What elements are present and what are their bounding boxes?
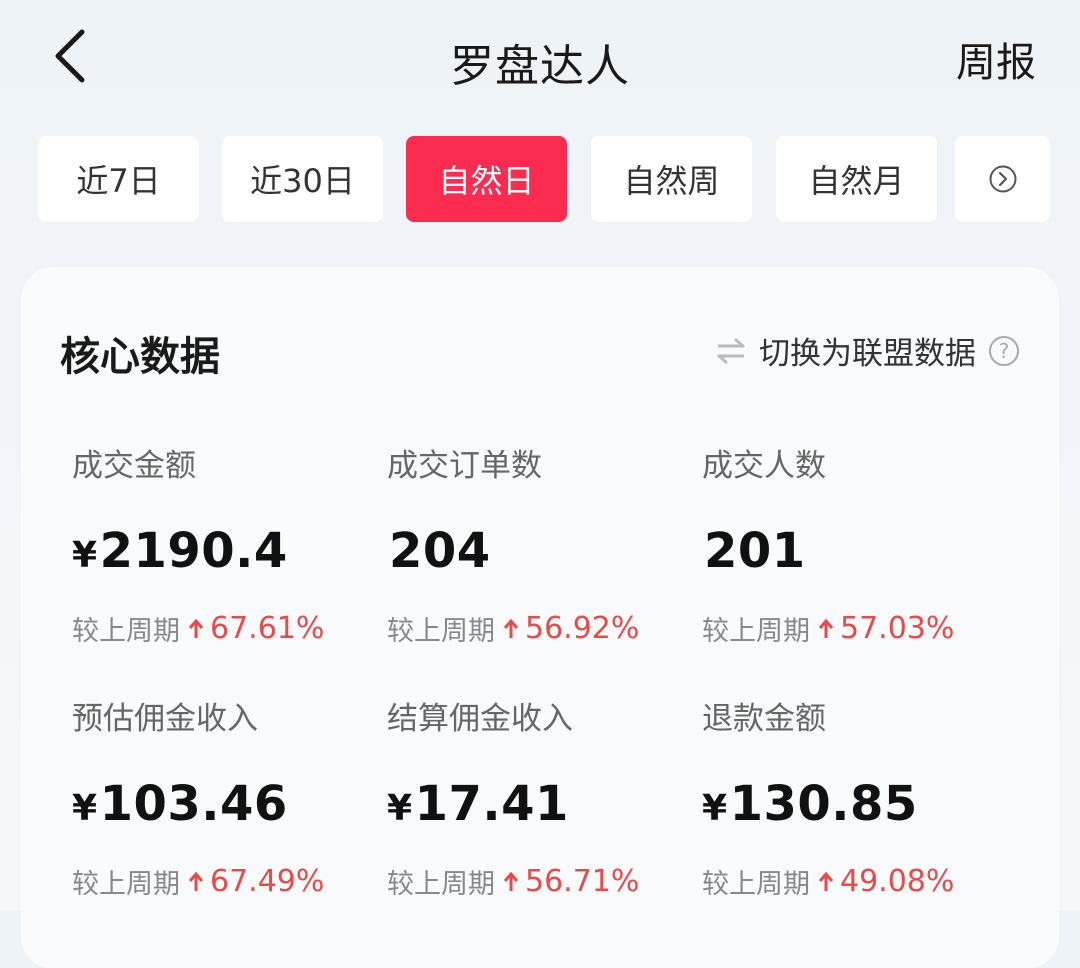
metric-refund-amount[interactable]: 退款金额 ¥130.85 较上周期 49.08% bbox=[702, 693, 1002, 901]
metric-number: 204 bbox=[389, 523, 491, 579]
metric-compare: 较上周期 56.92% bbox=[387, 609, 687, 648]
tab-last-7-days[interactable]: 近7日 bbox=[38, 136, 199, 222]
metric-label: 成交人数 bbox=[702, 448, 826, 484]
metric-order-count[interactable]: 成交订单数 204 较上周期 56.92% bbox=[387, 440, 687, 648]
tab-natural-month[interactable]: 自然月 bbox=[776, 136, 937, 222]
compare-label: 较上周期 bbox=[72, 869, 180, 900]
compare-label: 较上周期 bbox=[702, 869, 810, 900]
currency-symbol: ¥ bbox=[702, 788, 728, 829]
weekly-report-button[interactable]: 周报 bbox=[956, 30, 1036, 88]
switch-label: 切换为联盟数据 bbox=[759, 336, 976, 372]
currency-symbol: ¥ bbox=[72, 535, 98, 576]
arrow-up-icon bbox=[818, 871, 834, 891]
metric-buyer-count[interactable]: 成交人数 201 较上周期 57.03% bbox=[702, 440, 1002, 648]
metric-number: 2190.4 bbox=[99, 523, 288, 579]
metric-value: ¥130.85 bbox=[702, 776, 1002, 832]
currency-symbol: ¥ bbox=[387, 788, 413, 829]
page-title: 罗盘达人 bbox=[450, 41, 630, 92]
arrow-up-icon bbox=[188, 871, 204, 891]
help-icon[interactable]: ? bbox=[988, 335, 1020, 367]
metric-compare: 较上周期 67.49% bbox=[72, 862, 372, 901]
change-percent: 56.71% bbox=[525, 864, 640, 899]
metric-number: 103.46 bbox=[99, 776, 288, 832]
tab-last-30-days[interactable]: 近30日 bbox=[222, 136, 383, 222]
date-range-tabs: 近7日 近30日 自然日 自然周 自然月 bbox=[38, 136, 1080, 222]
arrow-up-icon bbox=[503, 618, 519, 638]
metric-label: 退款金额 bbox=[702, 701, 826, 737]
svg-text:?: ? bbox=[999, 339, 1010, 363]
metric-label: 结算佣金收入 bbox=[387, 701, 573, 737]
switch-to-alliance-data[interactable]: 切换为联盟数据 ? bbox=[715, 328, 1020, 373]
metric-value: 201 bbox=[702, 523, 1002, 579]
metric-estimated-commission[interactable]: 预估佣金收入 ¥103.46 较上周期 67.49% bbox=[72, 693, 372, 901]
metric-compare: 较上周期 49.08% bbox=[702, 862, 1002, 901]
metric-value: ¥103.46 bbox=[72, 776, 372, 832]
metric-gmv[interactable]: 成交金额 ¥2190.4 较上周期 67.61% bbox=[72, 440, 372, 648]
section-title: 核心数据 bbox=[60, 334, 220, 380]
currency-symbol: ¥ bbox=[72, 788, 98, 829]
metric-label: 成交订单数 bbox=[387, 448, 542, 484]
metric-label: 成交金额 bbox=[72, 448, 196, 484]
metric-compare: 较上周期 56.71% bbox=[387, 862, 687, 901]
chevron-right-circle-icon bbox=[989, 165, 1016, 193]
compare-label: 较上周期 bbox=[702, 616, 810, 647]
metric-number: 201 bbox=[704, 523, 806, 579]
core-data-card: 核心数据 切换为联盟数据 ? 成交金额 ¥2190.4 较上周期 67.61% … bbox=[22, 268, 1058, 968]
metric-number: 17.41 bbox=[414, 776, 569, 832]
metric-value: 204 bbox=[387, 523, 687, 579]
tab-natural-week[interactable]: 自然周 bbox=[591, 136, 752, 222]
metric-number: 130.85 bbox=[729, 776, 918, 832]
change-percent: 67.49% bbox=[210, 864, 325, 899]
arrow-up-icon bbox=[818, 618, 834, 638]
metric-value: ¥2190.4 bbox=[72, 523, 372, 579]
tabs-more-button[interactable] bbox=[955, 136, 1050, 222]
metric-compare: 较上周期 57.03% bbox=[702, 609, 1002, 648]
tab-natural-day[interactable]: 自然日 bbox=[406, 136, 567, 222]
change-percent: 67.61% bbox=[210, 611, 325, 646]
change-percent: 49.08% bbox=[840, 864, 955, 899]
top-navigation-bar: 罗盘达人 周报 bbox=[0, 0, 1080, 120]
metric-label: 预估佣金收入 bbox=[72, 701, 258, 737]
change-percent: 56.92% bbox=[525, 611, 640, 646]
metric-value: ¥17.41 bbox=[387, 776, 687, 832]
compare-label: 较上周期 bbox=[387, 869, 495, 900]
metric-settled-commission[interactable]: 结算佣金收入 ¥17.41 较上周期 56.71% bbox=[387, 693, 687, 901]
metric-compare: 较上周期 67.61% bbox=[72, 609, 372, 648]
arrow-up-icon bbox=[188, 618, 204, 638]
compare-label: 较上周期 bbox=[387, 616, 495, 647]
swap-arrows-icon bbox=[717, 338, 745, 363]
change-percent: 57.03% bbox=[840, 611, 955, 646]
compare-label: 较上周期 bbox=[72, 616, 180, 647]
arrow-up-icon bbox=[503, 871, 519, 891]
